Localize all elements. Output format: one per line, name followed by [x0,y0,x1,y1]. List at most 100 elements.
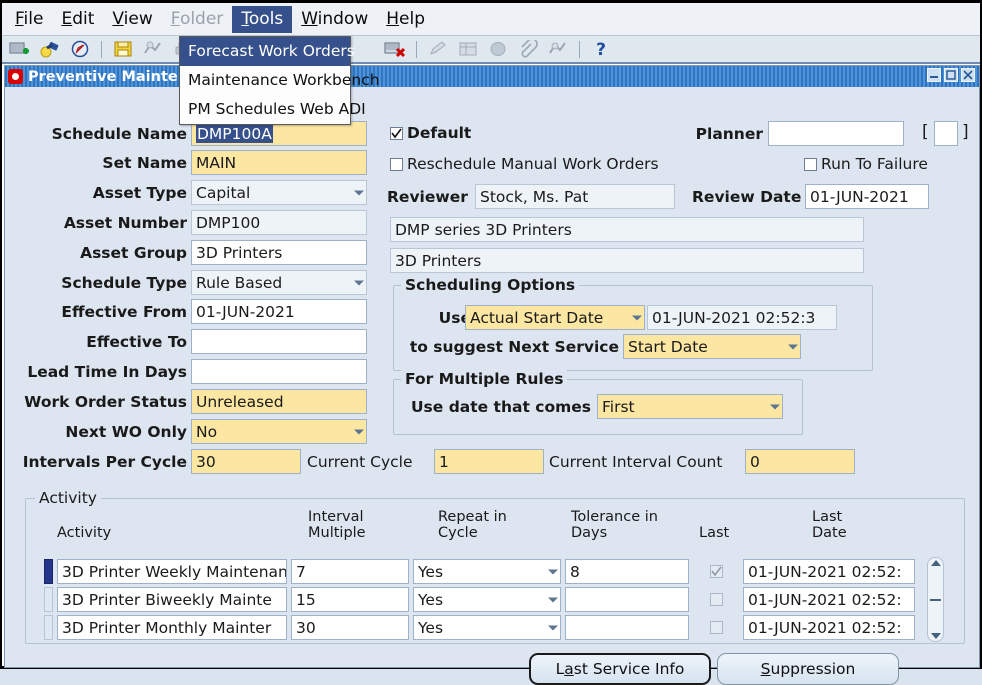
asset-type-label: Asset Type [92,184,187,202]
menu-window[interactable]: Window [292,6,377,33]
table-row-tolerance-in-days[interactable] [565,615,689,640]
chevron-down-icon[interactable] [548,625,558,630]
next-wo-only-field[interactable]: No [191,419,367,444]
table-row-repeat-in-cycle[interactable]: Yes [413,559,561,584]
scheduling-use-field[interactable]: Actual Start Date [465,305,645,330]
reviewer-field[interactable]: Stock, Ms. Pat [475,184,675,209]
menu-file[interactable]: File [6,6,52,33]
show-navigator-icon[interactable] [68,38,92,60]
menu-help[interactable]: Help [377,6,434,33]
save-icon[interactable] [111,38,135,60]
column-header-last: Last [699,525,729,541]
attachments-grey-icon[interactable] [486,38,510,60]
default-checkbox[interactable] [390,127,403,140]
column-header-last-date: Last Date [812,509,847,541]
lead-time-in-days-field[interactable] [191,359,367,384]
current-cycle-field[interactable]: 1 [434,449,544,474]
lead-time-in-days-label: Lead Time In Days [27,363,187,381]
table-row-interval-multiple[interactable]: 15 [291,587,409,612]
reschedule-manual-work-orders-checkbox[interactable] [390,158,403,171]
table-row-activity[interactable]: 3D Printer Weekly Maintenan [57,559,287,584]
table-row-interval-multiple[interactable]: 30 [291,615,409,640]
column-header-interval-multiple-line1: Interval [308,509,364,525]
maximize-button[interactable] [944,68,958,82]
effective-from-field[interactable]: 01-JUN-2021 [191,299,367,324]
schedule-type-field[interactable]: Rule Based [191,270,367,295]
intervals-per-cycle-field[interactable]: 30 [191,449,301,474]
scroll-down-icon[interactable] [930,633,941,639]
table-row-last-checkbox[interactable] [710,593,723,606]
activity-table-scrollbar[interactable] [927,557,944,642]
menu-tools[interactable]: Tools [232,5,293,33]
table-row-last-checkbox[interactable] [710,621,723,634]
table-row-repeat-in-cycle[interactable]: Yes [413,615,561,640]
table-row-last-date[interactable]: 01-JUN-2021 02:52: [743,559,915,584]
table-row-interval-multiple[interactable]: 7 [291,559,409,584]
table-row-last-checkbox[interactable] [710,565,723,578]
table-row-tolerance-in-days[interactable] [565,587,689,612]
current-interval-count-field[interactable]: 0 [745,449,855,474]
table-row-activity[interactable]: 3D Printer Biweekly Mainte [57,587,287,612]
run-to-failure-label: Run To Failure [821,155,928,173]
table-row-last-date[interactable]: 01-JUN-2021 02:52: [743,587,915,612]
suggest-next-service-field[interactable]: Start Date [623,334,801,359]
chevron-down-icon[interactable] [354,429,364,434]
menu-item-maintenance-workbench[interactable]: Maintenance Workbench [180,66,380,95]
effective-to-label: Effective To [86,333,187,351]
chevron-down-icon[interactable] [354,280,364,285]
effective-from-label: Effective From [61,303,187,321]
planner-bracket-open: [ [922,122,929,142]
new-record-icon[interactable] [8,38,32,60]
table-row-last-date[interactable]: 01-JUN-2021 02:52: [743,615,915,640]
reschedule-manual-work-orders-label: Reschedule Manual Work Orders [407,155,659,173]
flashlight-find-icon[interactable] [38,38,62,60]
minimize-button[interactable] [927,68,941,82]
set-name-field[interactable]: MAIN [191,150,367,175]
column-header-last-date-line1: Last [812,509,843,525]
menu-item-forecast-work-orders[interactable]: Forecast Work Orders [180,37,355,66]
chevron-down-icon[interactable] [548,597,558,602]
close-button[interactable] [961,68,975,82]
scroll-up-icon[interactable] [930,560,941,566]
set-name-label: Set Name [102,154,187,172]
scrollbar-thumb[interactable] [930,598,941,601]
menu-edit[interactable]: Edit [52,6,103,33]
help-icon[interactable]: ? [589,38,613,60]
suppression-button[interactable]: Suppression [717,653,899,685]
folder-tools-icon[interactable] [546,38,570,60]
chevron-down-icon[interactable] [770,404,780,409]
work-order-status-field[interactable]: Unreleased [191,389,367,414]
last-service-info-button[interactable]: Last Service Info [529,653,711,685]
asset-number-field[interactable]: DMP100 [191,210,367,235]
asset-group-field[interactable]: 3D Printers [191,240,367,265]
menu-tools-label: ools [248,8,284,29]
menu-help-label: elp [399,8,426,29]
run-to-failure-checkbox[interactable] [804,158,817,171]
delete-record-icon[interactable] [383,38,407,60]
chevron-down-icon[interactable] [788,344,798,349]
work-order-status-label: Work Order Status [24,393,187,411]
translations-icon[interactable] [456,38,480,60]
menu-item-pm-schedules-web-adi[interactable]: PM Schedules Web ADI [180,95,366,124]
next-step-icon[interactable] [141,38,165,60]
use-date-that-comes-field[interactable]: First [597,394,783,419]
schedule-type-label: Schedule Type [61,274,187,292]
effective-to-field[interactable] [191,329,367,354]
planner-field[interactable] [768,121,904,146]
table-row-repeat-in-cycle[interactable]: Yes [413,587,561,612]
table-row-tolerance-in-days[interactable]: 8 [565,559,689,584]
schedule-type-value: Rule Based [196,273,283,292]
form-body: Schedule Name DMP100A Set Name MAIN Asse… [5,87,979,685]
menu-view[interactable]: View [103,6,161,33]
edit-field-icon[interactable] [426,38,450,60]
attachment-clip-icon[interactable] [516,38,540,60]
planner-lov-indicator[interactable] [934,121,958,146]
chevron-down-icon[interactable] [548,569,558,574]
chevron-down-icon[interactable] [354,190,364,195]
asset-type-field[interactable]: Capital [191,180,367,205]
review-date-field[interactable]: 01-JUN-2021 [805,184,929,209]
table-row-activity[interactable]: 3D Printer Monthly Mainter [57,615,287,640]
application-window: File Edit View Folder Tools Window Help [0,0,982,685]
chevron-down-icon[interactable] [632,315,642,320]
column-header-repeat-in-cycle-line1: Repeat in [438,509,507,525]
